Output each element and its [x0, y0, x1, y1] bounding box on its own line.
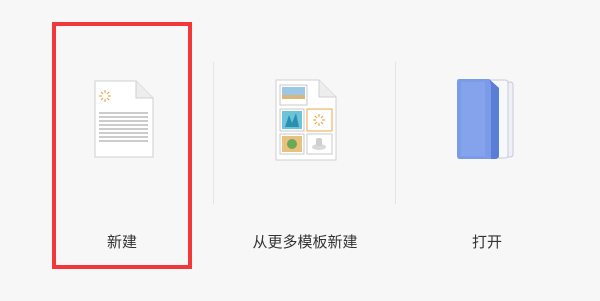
folder-icon	[457, 79, 514, 159]
new-document-label: 新建	[106, 233, 138, 251]
new-from-template-label: 从更多模板新建	[252, 233, 358, 251]
open-label: 打开	[471, 233, 503, 251]
divider	[213, 62, 214, 204]
divider	[395, 62, 396, 204]
blank-document-icon	[94, 80, 154, 158]
template-document-icon	[275, 79, 337, 161]
